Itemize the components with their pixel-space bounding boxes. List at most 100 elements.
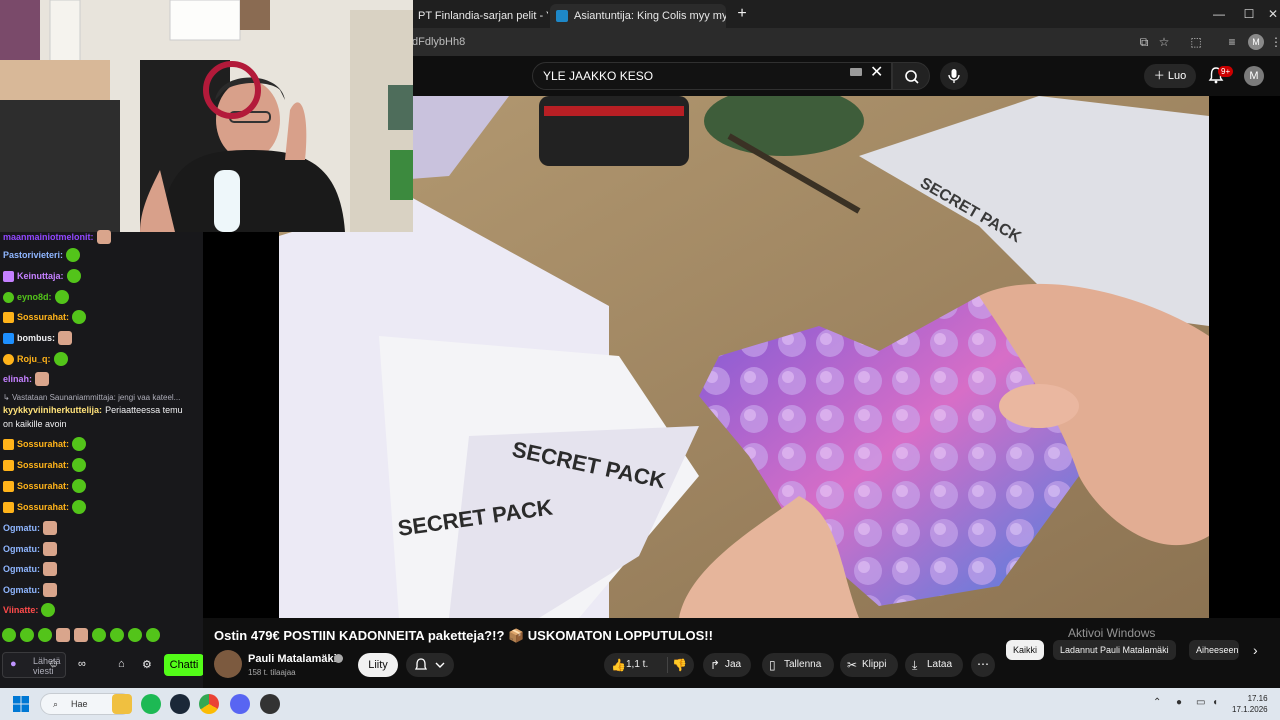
- minimize-icon[interactable]: —: [1204, 4, 1234, 24]
- cast-icon[interactable]: ⧉: [1136, 34, 1152, 50]
- emote-icon[interactable]: [110, 628, 124, 642]
- chip-all[interactable]: Kaikki: [1006, 640, 1045, 660]
- chat-username[interactable]: eyno8d:: [17, 292, 52, 302]
- emote-icon[interactable]: [20, 628, 34, 642]
- emote-icon: [41, 603, 56, 617]
- keyboard-icon[interactable]: [850, 68, 862, 76]
- bookmark-star-icon[interactable]: ☆: [1156, 34, 1172, 50]
- emote-icon[interactable]: [74, 628, 88, 642]
- emote-icon[interactable]: [38, 628, 52, 642]
- menu-icon[interactable]: ⋮: [1268, 34, 1280, 50]
- search-icon: ⌕: [53, 699, 59, 709]
- microphone-icon[interactable]: ●: [10, 658, 17, 670]
- like-count[interactable]: 1,1 t.: [626, 659, 648, 670]
- plus-icon: ＋: [1153, 70, 1165, 82]
- clear-search-icon[interactable]: ✕: [870, 62, 883, 82]
- reply-context[interactable]: ↳ Vastataan Saunaniammittaja: jengi vaa …: [3, 393, 201, 402]
- account-avatar[interactable]: M: [1244, 66, 1264, 86]
- join-button[interactable]: Liity: [358, 653, 398, 677]
- chip-uploaded-by[interactable]: Ladannut Pauli Matalamäki: [1053, 640, 1176, 660]
- emote-icon: [72, 437, 87, 451]
- chat-username[interactable]: elinah:: [3, 374, 32, 384]
- tab-finlandia[interactable]: PT Finlandia-sarjan pelit - You ✕: [412, 4, 548, 28]
- new-tab-button[interactable]: +: [732, 4, 752, 24]
- emote-icon: [66, 248, 81, 262]
- settings-gear-icon[interactable]: ⚙: [142, 658, 152, 671]
- chat-username[interactable]: Ogmatu:: [3, 544, 40, 554]
- chip-related[interactable]: Aiheeseen: [1189, 640, 1239, 660]
- emote-icon[interactable]: [2, 628, 16, 642]
- channel-avatar[interactable]: [214, 650, 242, 678]
- channel-name[interactable]: Pauli Matalamäki: [248, 653, 337, 665]
- file-explorer-icon[interactable]: [112, 694, 132, 714]
- chat-username[interactable]: Ogmatu:: [3, 564, 40, 574]
- share-button[interactable]: ↱ Jaa: [703, 653, 751, 677]
- badge-icon: [3, 332, 14, 344]
- emote-icon[interactable]: [146, 628, 160, 642]
- emote-icon[interactable]: [56, 628, 70, 642]
- emote-icon: [72, 479, 87, 493]
- search-button[interactable]: [892, 62, 930, 90]
- windows-start-icon[interactable]: [13, 696, 29, 712]
- chat-username[interactable]: Sossurahat:: [17, 502, 69, 512]
- subscribed-bell-button[interactable]: [406, 653, 454, 677]
- media-icon[interactable]: ≡: [1224, 34, 1240, 50]
- emote-icon: [43, 542, 57, 556]
- chat-username[interactable]: Sossurahat:: [17, 312, 69, 322]
- search-input[interactable]: YLE JAAKKO KESO: [532, 62, 892, 90]
- chat-message: bombus:: [3, 331, 72, 345]
- chat-username[interactable]: Keinuttaja:: [17, 271, 64, 281]
- chat-username[interactable]: kyykkyviiniherkuttelija:: [3, 405, 102, 415]
- chat-username[interactable]: Ogmatu:: [3, 585, 40, 595]
- download-button[interactable]: ⤓ Lataa: [905, 653, 963, 677]
- chat-username[interactable]: Pastorivieteri:: [3, 250, 63, 260]
- notification-count-badge: 9+: [1218, 66, 1234, 77]
- chat-username[interactable]: Sossurahat:: [17, 460, 69, 470]
- chat-username[interactable]: Roju_q:: [17, 354, 51, 364]
- create-button[interactable]: ＋ Luo: [1144, 64, 1196, 88]
- steam-icon[interactable]: [170, 694, 190, 714]
- clock[interactable]: 17.16 17.1.2026: [1232, 693, 1268, 715]
- channel-points-icon[interactable]: ∞: [78, 658, 86, 670]
- obs-icon[interactable]: [260, 694, 280, 714]
- more-actions-icon[interactable]: ⋯: [971, 653, 995, 677]
- chat-username[interactable]: maanmainiotmelonit:: [3, 232, 94, 242]
- spotify-icon[interactable]: [141, 694, 161, 714]
- chat-message: Sossurahat:: [3, 310, 87, 324]
- url-field[interactable]: dFdlybHh8: [410, 31, 1130, 53]
- network-icon[interactable]: ▭: [1196, 697, 1205, 708]
- store-icon[interactable]: ⌂: [118, 658, 125, 670]
- discord-icon[interactable]: [230, 694, 250, 714]
- chrome-icon[interactable]: [199, 694, 219, 714]
- chat-username[interactable]: Sossurahat:: [17, 481, 69, 491]
- extensions-icon[interactable]: ⬚: [1188, 34, 1204, 50]
- chat-message: Ogmatu:: [3, 542, 57, 556]
- close-window-icon[interactable]: ✕: [1258, 4, 1280, 24]
- share-icon: ↱: [710, 658, 721, 672]
- clip-button[interactable]: ✂ Klippi: [840, 653, 898, 677]
- chat-username[interactable]: Ogmatu:: [3, 523, 40, 533]
- chat-send-button[interactable]: Chatti: [164, 654, 204, 676]
- thumbs-up-icon[interactable]: 👍: [611, 653, 626, 677]
- chat-text: Periaatteessa temu: [105, 405, 183, 415]
- emote-icon[interactable]: [92, 628, 106, 642]
- chat-username[interactable]: Viinatte:: [3, 605, 38, 615]
- volume-icon[interactable]: ◖: [1212, 697, 1218, 708]
- chat-message: Roju_q:: [3, 352, 68, 366]
- clock-time: 17.16: [1247, 694, 1268, 703]
- reply-arrow-icon: ↳: [3, 393, 12, 402]
- emote-picker-icon[interactable]: ☺: [48, 658, 59, 670]
- video-player[interactable]: SECRET PACK SECRET PACK SECRET PACK: [279, 96, 1209, 618]
- tray-mic-icon[interactable]: ●: [1176, 697, 1182, 708]
- emote-icon: [43, 562, 57, 576]
- emote-icon[interactable]: [128, 628, 142, 642]
- tab-asiantuntija[interactable]: Asiantuntija: King Colis myy my ✕: [550, 4, 726, 28]
- chat-username[interactable]: Sossurahat:: [17, 439, 69, 449]
- tray-chevron-icon[interactable]: ⌃: [1153, 697, 1161, 708]
- thumbs-down-icon[interactable]: 👎: [672, 653, 687, 677]
- profile-avatar[interactable]: M: [1248, 34, 1264, 50]
- save-button[interactable]: ▯ Tallenna: [762, 653, 834, 677]
- chevron-right-icon[interactable]: ›: [1253, 642, 1258, 658]
- voice-search-button[interactable]: [940, 62, 968, 90]
- chat-username[interactable]: bombus:: [17, 333, 55, 343]
